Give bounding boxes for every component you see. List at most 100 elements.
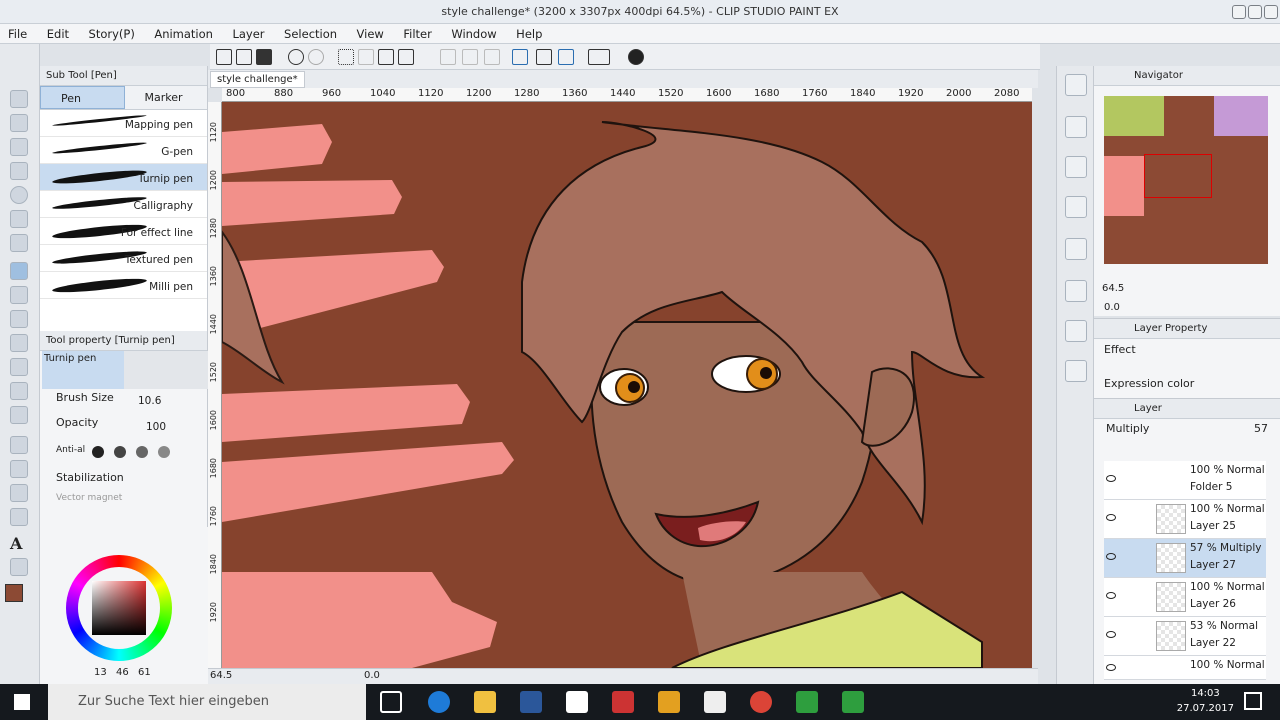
close-button[interactable] [1264,5,1278,19]
main-color-swatch[interactable] [5,584,23,602]
file-explorer-icon[interactable] [474,691,496,713]
eye-icon[interactable] [1106,514,1116,521]
antialias-none-icon[interactable] [92,446,104,458]
layer-row[interactable]: 100 % Normal Layer 26 [1104,578,1266,617]
antialias-medium-icon[interactable] [136,446,148,458]
blend-mode-select[interactable]: Multiply [1106,422,1149,435]
brush-item[interactable]: Mapping pen [40,110,207,137]
notification-icon[interactable] [1244,692,1262,710]
brush-item[interactable]: For effect line [40,218,207,245]
navigator-view-rect[interactable] [1144,154,1212,198]
clip-studio-icon[interactable] [704,691,726,713]
drawing-canvas[interactable] [222,102,1032,668]
lasso-icon[interactable] [10,186,28,204]
layer-search-icon[interactable] [1065,116,1087,138]
blend-icon[interactable] [10,382,28,400]
undo-icon[interactable] [288,49,304,65]
tab-marker[interactable]: Marker [125,86,208,109]
layer-row[interactable]: 100 % Normal [1104,656,1266,680]
windows-start-icon[interactable] [14,694,30,710]
selection-icon[interactable] [338,49,354,65]
canvas-angle-value[interactable]: 0.0 [364,670,380,681]
sub-view-icon[interactable] [1065,196,1087,218]
redo-icon[interactable] [308,49,324,65]
history-icon[interactable] [1065,156,1087,178]
menu-help[interactable]: Help [508,24,550,44]
pen-tool-icon[interactable] [10,262,28,280]
auto-action-icon[interactable] [1065,238,1087,260]
figure-icon[interactable] [10,460,28,478]
eyedropper-icon[interactable] [10,234,28,252]
antialias-strong-icon[interactable] [158,446,170,458]
quick-access-icon[interactable] [1065,360,1087,382]
zoom-tool-icon[interactable] [10,90,28,108]
navigator-angle[interactable]: 0.0 [1104,302,1120,313]
brush-item[interactable]: G-pen [40,137,207,164]
grid-icon[interactable] [440,49,456,65]
eye-icon[interactable] [1106,664,1116,671]
transform-icon[interactable] [398,49,414,65]
camtasia-recorder-icon[interactable] [842,691,864,713]
vector-magnet-label[interactable]: Vector magnet [56,493,122,503]
store-icon[interactable] [566,691,588,713]
media-icon[interactable] [658,691,680,713]
edge-icon[interactable] [428,691,450,713]
menu-edit[interactable]: Edit [39,24,77,44]
minimize-button[interactable] [1232,5,1246,19]
item-bank-icon[interactable] [1065,280,1087,302]
eye-icon[interactable] [1106,631,1116,638]
new-icon[interactable] [216,49,232,65]
eye-icon[interactable] [1106,592,1116,599]
camtasia-icon[interactable] [796,691,818,713]
eye-icon[interactable] [1106,553,1116,560]
taskbar-search[interactable]: Zur Suche Text hier eingeben [48,684,366,720]
document-tab[interactable]: style challenge* [210,71,305,88]
menu-window[interactable]: Window [443,24,504,44]
brush-tool-icon[interactable] [10,310,28,328]
help-icon[interactable] [628,49,644,65]
menu-selection[interactable]: Selection [276,24,345,44]
display-menu-icon[interactable] [588,49,610,65]
material-icon[interactable] [1065,74,1087,96]
menu-animation[interactable]: Animation [146,24,221,44]
hand-tool-icon[interactable] [10,114,28,132]
pencil-tool-icon[interactable] [10,286,28,304]
menu-filter[interactable]: Filter [395,24,439,44]
magic-wand-icon[interactable] [10,210,28,228]
eraser-icon[interactable] [10,358,28,376]
gradient-icon[interactable] [10,436,28,454]
snap-icon[interactable] [558,49,574,65]
ruler-icon[interactable] [512,49,528,65]
layer-row[interactable]: 100 % Normal Folder 5 [1104,461,1266,500]
layer-row[interactable]: 100 % Normal Layer 25 [1104,500,1266,539]
layer-row[interactable]: 53 % Normal Layer 22 [1104,617,1266,656]
layer-row[interactable]: 57 % Multiply Layer 27 [1104,539,1266,578]
brush-item[interactable]: Turnip pen [40,164,207,191]
taskbar-clock[interactable]: 14:03 27.07.2017 [1177,686,1234,716]
brush-size-value[interactable]: 10.6 [138,395,161,407]
menu-view[interactable]: View [349,24,392,44]
paint-icon[interactable] [612,691,634,713]
antialias-weak-icon[interactable] [114,446,126,458]
opacity-value[interactable]: 100 [146,421,166,433]
perspective-icon[interactable] [536,49,552,65]
maximize-button[interactable] [1248,5,1262,19]
tab-pen[interactable]: Pen [40,86,125,109]
frame-icon[interactable] [10,484,28,502]
navigator-zoom[interactable]: 64.5 [1102,283,1124,294]
text-tool-icon[interactable]: A [10,534,28,553]
clear-icon[interactable] [462,49,478,65]
move-layer-icon[interactable] [10,162,28,180]
menu-file[interactable]: File [0,24,35,44]
animation-cels-icon[interactable] [1065,320,1087,342]
brush-item[interactable]: Textured pen [40,245,207,272]
airbrush-icon[interactable] [10,334,28,352]
navigator-thumbnail[interactable] [1104,96,1268,264]
operation-tool-icon[interactable] [10,138,28,156]
brush-item[interactable]: Milli pen [40,272,207,299]
word-icon[interactable] [520,691,542,713]
balloon-icon[interactable] [10,558,28,576]
fill-tool-icon[interactable] [10,406,28,424]
save-icon[interactable] [256,49,272,65]
ruler-tool-icon[interactable] [10,508,28,526]
